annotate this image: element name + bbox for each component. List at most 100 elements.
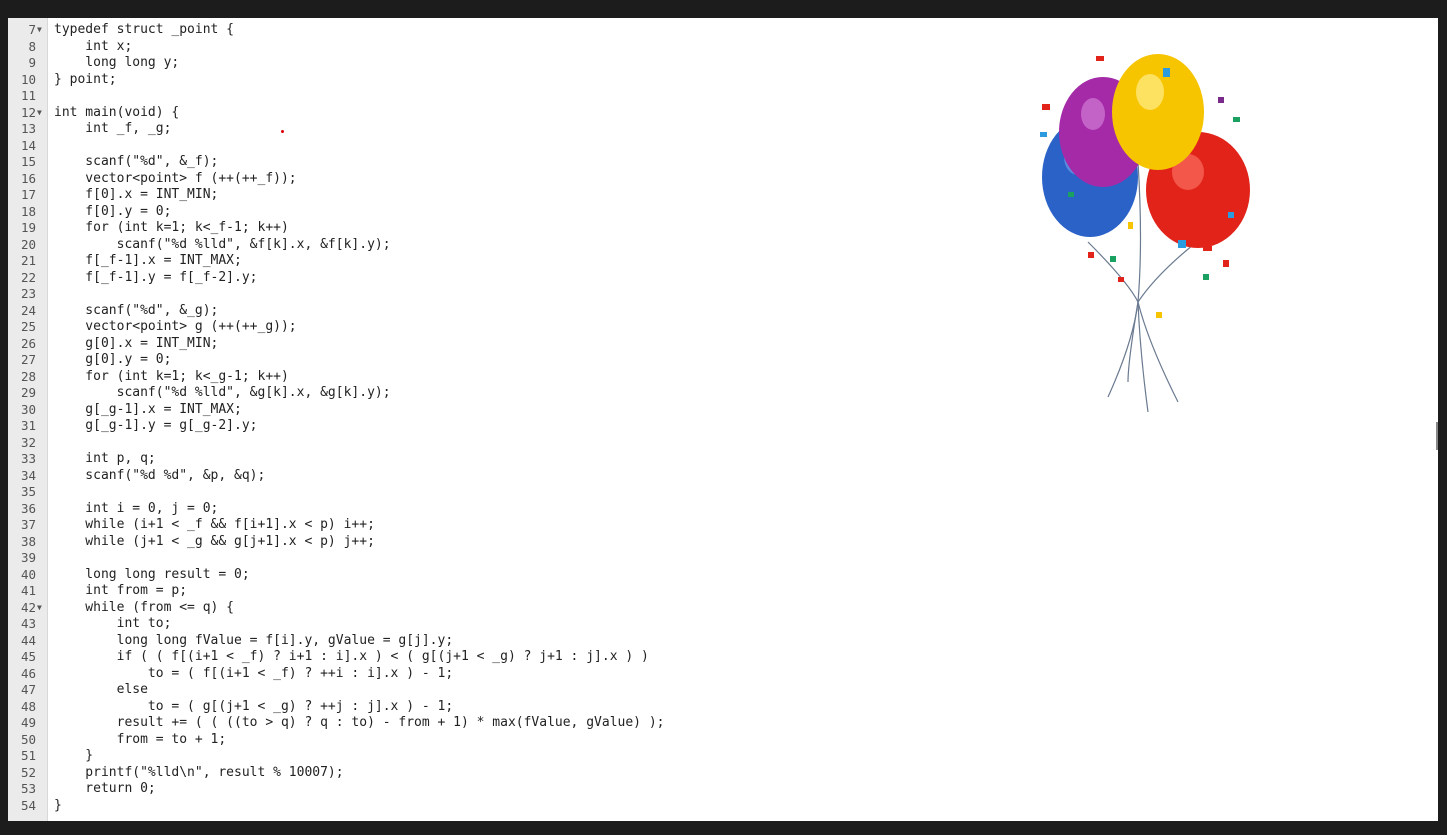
line-number: 22 xyxy=(20,269,36,285)
line-number: 18 xyxy=(20,203,36,219)
code-text: if ( ( f[(i+1 < _f) ? i+1 : i].x ) < ( g… xyxy=(54,649,649,664)
code-text: } xyxy=(54,797,62,813)
code-text: to = ( g[(j+1 < _g) ? ++j : j].x ) - 1; xyxy=(54,698,454,714)
code-text: typedef struct _point { xyxy=(54,22,235,37)
code-line[interactable]: 40 long long result = 0; xyxy=(8,567,1438,584)
line-number: 21 xyxy=(20,253,36,268)
code-text: for (int k=1; k<_g-1; k++) xyxy=(54,368,289,384)
line-number: 54 xyxy=(20,797,36,813)
code-line[interactable]: 49 result += ( ( ((to > q) ? q : to) - f… xyxy=(8,715,1438,732)
fold-arrow-icon[interactable]: ▼ xyxy=(37,105,42,122)
line-number: 25 xyxy=(20,319,36,334)
line-number: 40 xyxy=(20,566,36,582)
line-number: 10 xyxy=(20,71,36,87)
code-text: int to; xyxy=(54,616,172,631)
line-number: 49 xyxy=(20,715,36,730)
code-text: int _f, _g; xyxy=(54,121,172,136)
code-line[interactable]: 52 printf("%lld\n", result % 10007); xyxy=(8,765,1438,782)
code-text: long long result = 0; xyxy=(54,566,250,582)
line-number: 46 xyxy=(20,665,36,681)
code-text: int x; xyxy=(54,38,133,54)
line-number: 13 xyxy=(20,121,36,136)
line-number: 32 xyxy=(20,434,36,450)
fold-arrow-icon[interactable]: ▼ xyxy=(37,600,42,617)
code-line[interactable]: 53 return 0; xyxy=(8,781,1438,798)
code-line[interactable]: 38 while (j+1 < _g && g[j+1].x < p) j++; xyxy=(8,534,1438,551)
code-text: vector<point> f (++(++_f)); xyxy=(54,170,297,186)
code-text: int i = 0, j = 0; xyxy=(54,500,219,516)
code-text: int from = p; xyxy=(54,583,188,598)
line-number: 45 xyxy=(20,649,36,664)
code-text: f[_f-1].y = f[_f-2].y; xyxy=(54,269,258,285)
code-text: } point; xyxy=(54,71,117,87)
code-text: from = to + 1; xyxy=(54,731,227,747)
code-text: g[_g-1].y = g[_g-2].y; xyxy=(54,418,258,433)
code-text: scanf("%d", &_f); xyxy=(54,154,219,169)
line-number: 28 xyxy=(20,368,36,384)
line-number: 12 xyxy=(20,104,36,120)
code-text: f[_f-1].x = INT_MAX; xyxy=(54,253,242,268)
code-line[interactable]: 35 xyxy=(8,484,1438,501)
code-text: long long y; xyxy=(54,55,180,70)
line-number: 15 xyxy=(20,154,36,169)
code-line[interactable]: 42 ▼ while (from <= q) { xyxy=(8,600,1438,617)
code-text: int main(void) { xyxy=(54,104,180,120)
line-number: 27 xyxy=(20,352,36,367)
code-line[interactable]: 39 xyxy=(8,550,1438,567)
code-line[interactable]: 48 to = ( g[(j+1 < _g) ? ++j : j].x ) - … xyxy=(8,699,1438,716)
code-line[interactable]: 37 while (i+1 < _f && f[i+1].x < p) i++; xyxy=(8,517,1438,534)
line-number: 38 xyxy=(20,533,36,549)
line-number: 48 xyxy=(20,698,36,714)
line-number: 9 xyxy=(28,55,36,70)
code-text: vector<point> g (++(++_g)); xyxy=(54,319,297,334)
line-number: 30 xyxy=(20,401,36,417)
code-text: while (from <= q) { xyxy=(54,599,235,615)
line-number: 33 xyxy=(20,451,36,466)
code-line[interactable]: 43 int to; xyxy=(8,616,1438,633)
line-number: 50 xyxy=(20,731,36,747)
line-number: 24 xyxy=(20,302,36,318)
line-number: 26 xyxy=(20,335,36,351)
code-text: else xyxy=(54,682,148,697)
line-number: 39 xyxy=(20,550,36,565)
code-text: for (int k=1; k<_f-1; k++) xyxy=(54,220,289,235)
line-number: 35 xyxy=(20,484,36,499)
fold-arrow-icon[interactable]: ▼ xyxy=(37,22,42,39)
code-text: f[0].x = INT_MIN; xyxy=(54,187,219,202)
line-number: 52 xyxy=(20,764,36,780)
line-number: 31 xyxy=(20,418,36,433)
line-number: 42 xyxy=(20,599,36,615)
code-line[interactable]: 46 to = ( f[(i+1 < _f) ? ++i : i].x ) - … xyxy=(8,666,1438,683)
line-number: 41 xyxy=(20,583,36,598)
code-line[interactable]: 36 int i = 0, j = 0; xyxy=(8,501,1438,518)
code-text: } xyxy=(54,748,94,763)
code-line[interactable]: 41 int from = p; xyxy=(8,583,1438,600)
code-text: long long fValue = f[i].y, gValue = g[j]… xyxy=(54,632,454,648)
line-number: 19 xyxy=(20,220,36,235)
line-number: 44 xyxy=(20,632,36,648)
line-number: 34 xyxy=(20,467,36,483)
code-line[interactable]: 7 ▼ typedef struct _point { xyxy=(8,22,1438,39)
code-text: printf("%lld\n", result % 10007); xyxy=(54,764,344,780)
cursor-marker xyxy=(281,130,284,133)
line-number: 7 xyxy=(28,22,36,37)
code-editor[interactable]: 7 ▼ typedef struct _point {8 int x; 9 long … xyxy=(8,18,1438,821)
code-text: return 0; xyxy=(54,781,156,796)
code-line[interactable]: 34 scanf("%d %d", &p, &q); xyxy=(8,468,1438,485)
line-number: 37 xyxy=(20,517,36,532)
code-line[interactable]: 51 } xyxy=(8,748,1438,765)
yellow-balloon xyxy=(1112,54,1204,170)
line-number: 14 xyxy=(20,137,36,153)
code-line[interactable]: 32 xyxy=(8,435,1438,452)
code-text: g[0].x = INT_MIN; xyxy=(54,335,219,351)
line-number: 11 xyxy=(20,88,36,103)
code-line[interactable]: 50 from = to + 1; xyxy=(8,732,1438,749)
code-line[interactable]: 44 long long fValue = f[i].y, gValue = g… xyxy=(8,633,1438,650)
code-text: result += ( ( ((to > q) ? q : to) - from… xyxy=(54,715,665,730)
code-text: g[0].y = 0; xyxy=(54,352,172,367)
code-line[interactable]: 45 if ( ( f[(i+1 < _f) ? i+1 : i].x ) < … xyxy=(8,649,1438,666)
code-line[interactable]: 54} xyxy=(8,798,1438,815)
line-number: 43 xyxy=(20,616,36,631)
code-line[interactable]: 33 int p, q; xyxy=(8,451,1438,468)
code-line[interactable]: 47 else xyxy=(8,682,1438,699)
